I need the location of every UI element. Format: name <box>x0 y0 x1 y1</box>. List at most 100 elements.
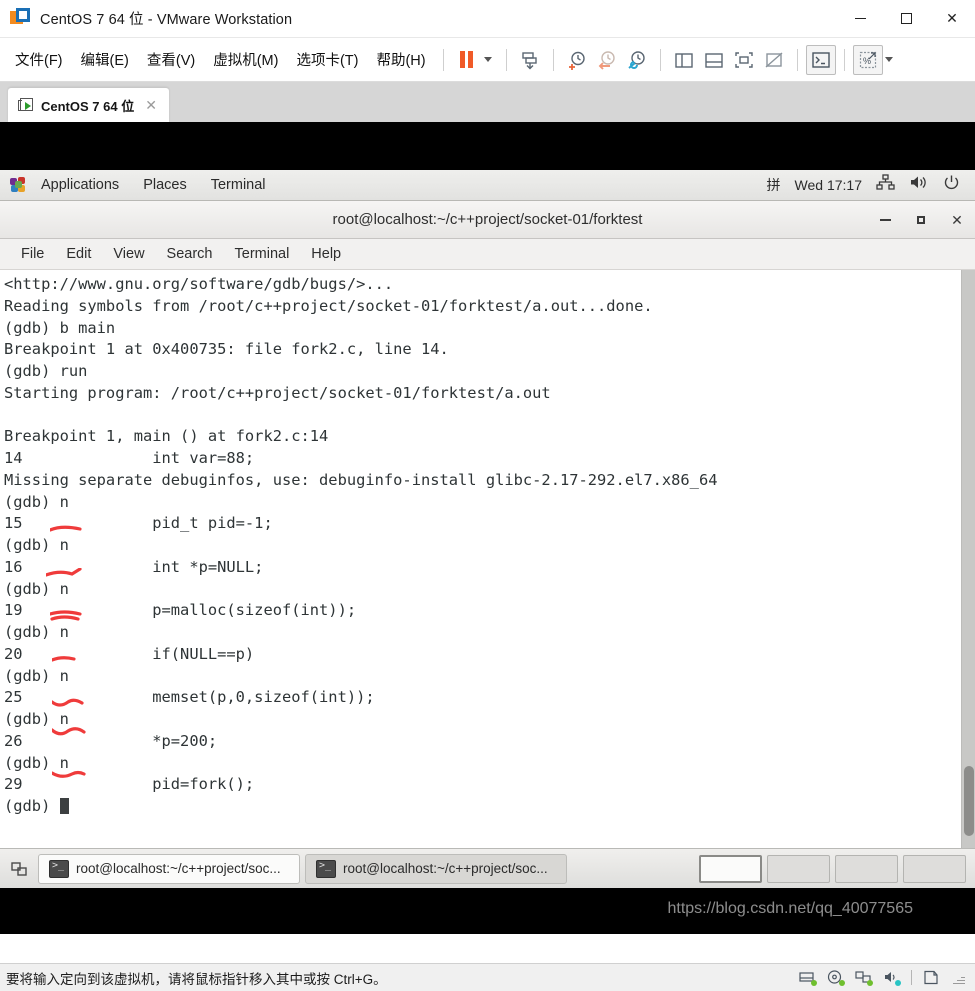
guest-letterbox-top <box>0 122 975 170</box>
terminal-maximize-button[interactable] <box>913 212 929 228</box>
workspace-3[interactable] <box>835 854 898 883</box>
terminal-menu-terminal[interactable]: Terminal <box>224 242 301 266</box>
terminal-window-controls: ✕ <box>877 201 965 239</box>
gnome-menu-places[interactable]: Places <box>131 174 199 196</box>
terminal-line: Breakpoint 1 at 0x400735: file fork2.c, … <box>4 340 449 359</box>
terminal-line: Missing separate debuginfos, use: debugi… <box>4 470 718 489</box>
terminal-scrollbar-thumb[interactable] <box>964 766 974 836</box>
show-library-icon[interactable] <box>669 45 699 75</box>
menu-edit[interactable]: 编辑(E) <box>72 43 138 76</box>
toolbar-separator <box>796 48 798 71</box>
terminal-line: (gdb) run <box>4 362 88 380</box>
workspace-1[interactable] <box>699 854 762 883</box>
window-controls: ✕ <box>837 0 975 38</box>
workspace-2[interactable] <box>767 854 830 883</box>
snapshot-manager-icon[interactable] <box>622 45 652 75</box>
terminal-menu-edit[interactable]: Edit <box>55 242 102 266</box>
show-thumbnail-bar-icon[interactable] <box>699 45 729 75</box>
power-icon[interactable] <box>942 174 961 196</box>
terminal-icon <box>316 859 336 878</box>
stretch-dropdown-icon[interactable] <box>883 45 899 75</box>
volume-icon[interactable] <box>909 174 928 196</box>
guest-letterbox-bottom <box>0 888 975 934</box>
terminal-line: 15 pid_t pid=-1; <box>4 514 273 533</box>
gnome-clock[interactable]: Wed 17:17 <box>795 177 862 193</box>
terminal-title: root@localhost:~/c++project/socket-01/fo… <box>332 211 643 228</box>
vm-tab-centos[interactable]: CentOS 7 64 位 ✕ <box>8 88 169 122</box>
unity-mode-icon[interactable] <box>759 45 789 75</box>
take-snapshot-icon[interactable] <box>562 45 592 75</box>
guest-screen[interactable]: Applications Places Terminal 拼 Wed 17:17 <box>0 122 975 934</box>
toolbar-separator <box>505 48 507 71</box>
suspend-icon[interactable] <box>452 45 482 75</box>
terminal-line: 20 if(NULL==p) <box>4 644 255 663</box>
terminal-menu-search[interactable]: Search <box>156 242 224 266</box>
taskbar-window-2-label: root@localhost:~/c++project/soc... <box>343 861 548 876</box>
toolbar-separator <box>442 48 444 71</box>
taskbar-window-2[interactable]: root@localhost:~/c++project/soc... <box>305 853 567 884</box>
hard-disk-icon[interactable] <box>799 970 817 986</box>
send-ctrl-alt-del-icon[interactable] <box>515 45 545 75</box>
stretch-guest-icon[interactable]: % <box>852 44 883 75</box>
workspace-switcher <box>699 854 970 883</box>
terminal-close-button[interactable]: ✕ <box>949 212 965 228</box>
window-title: CentOS 7 64 位 - VMware Workstation <box>40 12 293 28</box>
gnome-top-panel: Applications Places Terminal 拼 Wed 17:17 <box>0 170 975 201</box>
toolbar-separator <box>659 48 661 71</box>
terminal-line: (gdb) n <box>4 666 69 685</box>
revert-snapshot-icon[interactable] <box>592 45 622 75</box>
terminal-menu-file[interactable]: File <box>10 242 55 266</box>
close-button[interactable]: ✕ <box>929 0 975 38</box>
terminal-menu-help[interactable]: Help <box>300 242 352 266</box>
terminal-line: 26 *p=200; <box>4 731 218 750</box>
toolbar-separator <box>843 48 845 71</box>
menu-help[interactable]: 帮助(H) <box>367 43 434 76</box>
main-menubar: 文件(F) 编辑(E) 查看(V) 虚拟机(M) 选项卡(T) 帮助(H) % <box>0 38 975 82</box>
menu-view[interactable]: 查看(V) <box>138 43 204 76</box>
terminal-line: (gdb) n <box>4 710 69 728</box>
network-adapter-icon[interactable] <box>855 970 873 986</box>
taskbar-window-1-label: root@localhost:~/c++project/soc... <box>76 861 281 876</box>
printer-icon[interactable] <box>923 970 940 985</box>
terminal-body[interactable]: <http://www.gnu.org/software/gdb/bugs/>.… <box>0 270 975 848</box>
show-desktop-icon[interactable] <box>5 854 33 884</box>
gnome-taskbar: root@localhost:~/c++project/soc... root@… <box>0 848 975 888</box>
terminal-line: 25 memset(p,0,sizeof(int)); <box>4 688 375 707</box>
maximize-button[interactable] <box>883 0 929 38</box>
taskbar-window-1[interactable]: root@localhost:~/c++project/soc... <box>38 853 300 884</box>
terminal-output[interactable]: <http://www.gnu.org/software/gdb/bugs/>.… <box>0 270 961 848</box>
gnome-menu-applications[interactable]: Applications <box>29 174 131 196</box>
sound-card-icon[interactable] <box>883 970 901 986</box>
block-cursor <box>59 798 69 814</box>
resize-grip-icon[interactable] <box>951 971 965 985</box>
cd-dvd-icon[interactable] <box>827 970 845 986</box>
terminal-menu-view[interactable]: View <box>102 242 155 266</box>
network-icon[interactable] <box>876 174 895 196</box>
console-view-icon[interactable] <box>805 44 836 75</box>
power-dropdown-icon[interactable] <box>482 45 498 75</box>
terminal-line: 19 p=malloc(sizeof(int)); <box>4 601 357 620</box>
minimize-button[interactable] <box>837 0 883 38</box>
menu-vm[interactable]: 虚拟机(M) <box>204 43 287 76</box>
vm-tab-close-icon[interactable]: ✕ <box>141 97 161 114</box>
terminal-line: 29 pid=fork(); <box>4 775 255 794</box>
terminal-line: (gdb) <box>4 796 961 818</box>
close-icon: ✕ <box>946 10 958 26</box>
menu-tabs[interactable]: 选项卡(T) <box>287 43 367 76</box>
gnome-terminal-window: root@localhost:~/c++project/socket-01/fo… <box>0 201 975 848</box>
terminal-line: <http://www.gnu.org/software/gdb/bugs/>.… <box>4 275 394 293</box>
full-screen-icon[interactable] <box>729 45 759 75</box>
menu-file[interactable]: 文件(F) <box>6 43 72 76</box>
terminal-scrollbar[interactable] <box>961 270 975 848</box>
gnome-menu-terminal[interactable]: Terminal <box>199 174 278 196</box>
gnome-panel-right: 拼 Wed 17:17 <box>767 174 965 196</box>
terminal-minimize-button[interactable] <box>877 212 893 228</box>
vm-tab-label: CentOS 7 64 位 <box>41 98 135 114</box>
terminal-line: 16 int *p=NULL; <box>4 557 264 576</box>
workspace-4[interactable] <box>903 854 966 883</box>
terminal-line: Starting program: /root/c++project/socke… <box>4 383 551 402</box>
input-method-indicator[interactable]: 拼 <box>767 175 781 195</box>
terminal-line: Reading symbols from /root/c++project/so… <box>4 296 653 315</box>
terminal-line: Breakpoint 1, main () at fork2.c:14 <box>4 427 329 446</box>
